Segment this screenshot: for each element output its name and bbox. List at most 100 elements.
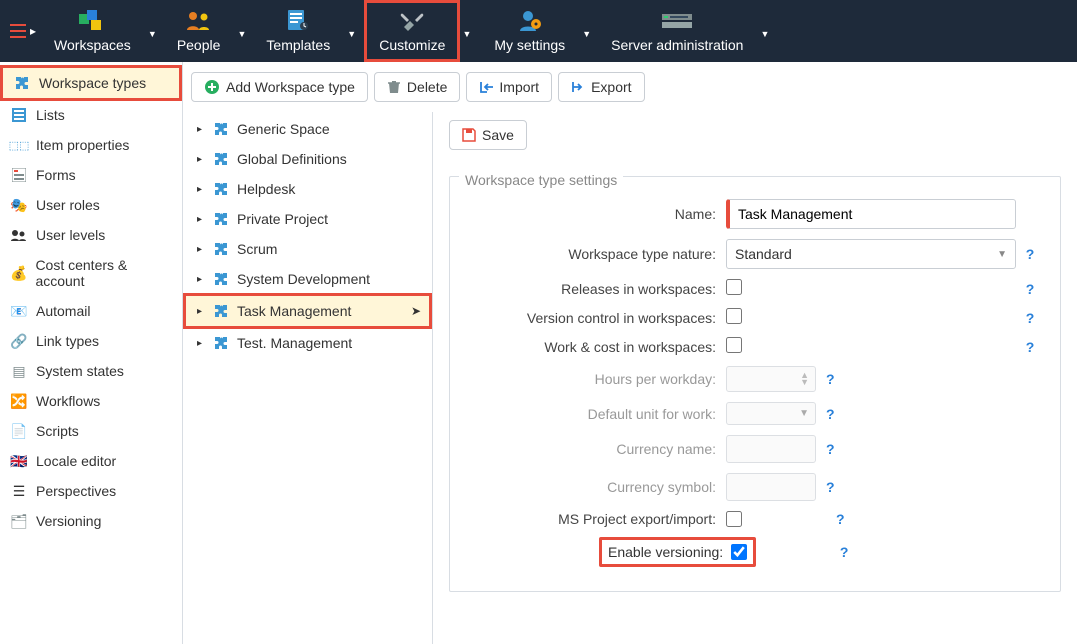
puzzle-icon: [213, 181, 229, 197]
tree-node-system-development[interactable]: ▸ System Development: [183, 264, 432, 294]
sidebar-item-user-levels[interactable]: User levels: [0, 220, 182, 250]
customize-icon: [399, 9, 425, 33]
tree-node-helpdesk[interactable]: ▸ Helpdesk: [183, 174, 432, 204]
topnav-serveradmin[interactable]: Server administration ▼: [599, 3, 755, 59]
sidebar-label: Cost centers & account: [35, 257, 172, 289]
tree-node-task-management[interactable]: ▸ Task Management ➤: [183, 293, 432, 329]
help-button[interactable]: ?: [1016, 281, 1044, 297]
save-icon: [462, 128, 476, 142]
fieldset-title: Workspace type settings: [459, 172, 623, 188]
topnav-workspaces[interactable]: Workspaces ▼: [42, 3, 143, 59]
help-button[interactable]: ?: [826, 479, 835, 495]
user-levels-icon: [10, 227, 28, 243]
sidebar-item-locale-editor[interactable]: 🇬🇧 Locale editor: [0, 446, 182, 476]
label-currency-name: Currency name:: [466, 441, 726, 457]
puzzle-icon: [213, 271, 229, 287]
expand-icon[interactable]: ▸: [197, 274, 207, 285]
tree-node-private-project[interactable]: ▸ Private Project: [183, 204, 432, 234]
import-button[interactable]: Import: [466, 72, 552, 102]
name-input[interactable]: [726, 199, 1016, 229]
topnav-customize[interactable]: Customize ▼: [364, 0, 460, 62]
topnav-templates[interactable]: Templates ▼: [254, 3, 342, 59]
tree-node-generic-space[interactable]: ▸ Generic Space: [183, 114, 432, 144]
expand-icon[interactable]: ▸: [197, 244, 207, 255]
releases-checkbox[interactable]: [726, 279, 742, 295]
sidebar-label: Scripts: [36, 423, 79, 439]
hours-stepper[interactable]: ▲▼: [726, 366, 816, 392]
expand-icon[interactable]: ▸: [197, 306, 207, 317]
versioning-icon: 🗂: [10, 513, 28, 529]
label-nature: Workspace type nature:: [466, 246, 726, 262]
sidebar-item-automail[interactable]: 📧 Automail: [0, 296, 182, 326]
currency-symbol-input[interactable]: [726, 473, 816, 501]
sidebar-item-system-states[interactable]: ▤ System states: [0, 356, 182, 386]
chevron-down-icon: ▼: [462, 29, 471, 39]
sidebar-item-cost-centers[interactable]: 💰 Cost centers & account: [0, 250, 182, 296]
link-types-icon: 🔗: [10, 333, 28, 349]
versioning-checkbox[interactable]: [731, 544, 747, 560]
sidebar-label: Perspectives: [36, 483, 116, 499]
details-panel: Save Workspace type settings Name: Works…: [433, 112, 1077, 644]
workcost-checkbox[interactable]: [726, 337, 742, 353]
chevron-down-icon: ▼: [997, 249, 1007, 260]
perspectives-icon: ☰: [10, 483, 28, 499]
help-button[interactable]: ?: [826, 406, 835, 422]
sidebar-item-link-types[interactable]: 🔗 Link types: [0, 326, 182, 356]
sidebar-item-workflows[interactable]: 🔀 Workflows: [0, 386, 182, 416]
label-hours: Hours per workday:: [466, 371, 726, 387]
sidebar-label: User levels: [36, 227, 105, 243]
label-unit: Default unit for work:: [466, 406, 726, 422]
currency-name-input[interactable]: [726, 435, 816, 463]
add-workspace-type-button[interactable]: Add Workspace type: [191, 72, 368, 102]
sidebar-label: Locale editor: [36, 453, 116, 469]
unit-select[interactable]: ▼: [726, 402, 816, 425]
expand-icon[interactable]: ▸: [197, 124, 207, 135]
export-button[interactable]: Export: [558, 72, 644, 102]
save-button[interactable]: Save: [449, 120, 527, 150]
topnav-mysettings[interactable]: My settings ▼: [482, 3, 577, 59]
msproject-checkbox[interactable]: [726, 511, 742, 527]
help-button[interactable]: ?: [1016, 339, 1044, 355]
automail-icon: 📧: [10, 303, 28, 319]
sidebar-item-perspectives[interactable]: ☰ Perspectives: [0, 476, 182, 506]
sidebar-item-item-properties[interactable]: ⬚⬚ Item properties: [0, 130, 182, 160]
chevron-down-icon: ▼: [582, 29, 591, 39]
delete-button[interactable]: Delete: [374, 72, 460, 102]
help-button[interactable]: ?: [826, 441, 835, 457]
workspaces-icon: [79, 9, 105, 33]
hamburger-menu[interactable]: ▸: [4, 0, 42, 62]
tree-node-scrum[interactable]: ▸ Scrum: [183, 234, 432, 264]
sidebar-item-forms[interactable]: Forms: [0, 160, 182, 190]
sidebar-item-user-roles[interactable]: 🎭 User roles: [0, 190, 182, 220]
trash-icon: [387, 80, 401, 94]
enable-versioning-highlight: Enable versioning:: [599, 537, 756, 567]
sidebar-item-workspace-types[interactable]: Workspace types: [0, 65, 182, 101]
vcs-checkbox[interactable]: [726, 308, 742, 324]
expand-icon[interactable]: ▸: [197, 184, 207, 195]
expand-icon[interactable]: ▸: [197, 154, 207, 165]
help-button[interactable]: ?: [1016, 310, 1044, 326]
puzzle-icon: [13, 75, 31, 91]
sidebar-label: Lists: [36, 107, 65, 123]
sidebar-label: System states: [36, 363, 124, 379]
help-button[interactable]: ?: [830, 544, 858, 560]
expand-icon[interactable]: ▸: [197, 338, 207, 349]
tree-node-test-management[interactable]: ▸ Test. Management: [183, 328, 432, 358]
topnav-people[interactable]: People ▼: [165, 3, 233, 59]
help-button[interactable]: ?: [1016, 246, 1044, 262]
label-name: Name:: [466, 206, 726, 222]
sidebar-label: Versioning: [36, 513, 101, 529]
help-button[interactable]: ?: [826, 371, 835, 387]
mysettings-icon: [518, 9, 542, 33]
sidebar-item-scripts[interactable]: 📄 Scripts: [0, 416, 182, 446]
nature-select[interactable]: Standard ▼: [726, 239, 1016, 269]
help-button[interactable]: ?: [836, 511, 845, 527]
scripts-icon: 📄: [10, 423, 28, 439]
label-releases: Releases in workspaces:: [466, 281, 726, 297]
label-workcost: Work & cost in workspaces:: [466, 339, 726, 355]
sidebar-item-lists[interactable]: Lists: [0, 100, 182, 130]
tree-node-global-definitions[interactable]: ▸ Global Definitions: [183, 144, 432, 174]
expand-icon[interactable]: ▸: [197, 214, 207, 225]
server-admin-icon: [662, 9, 692, 33]
sidebar-item-versioning[interactable]: 🗂 Versioning: [0, 506, 182, 536]
